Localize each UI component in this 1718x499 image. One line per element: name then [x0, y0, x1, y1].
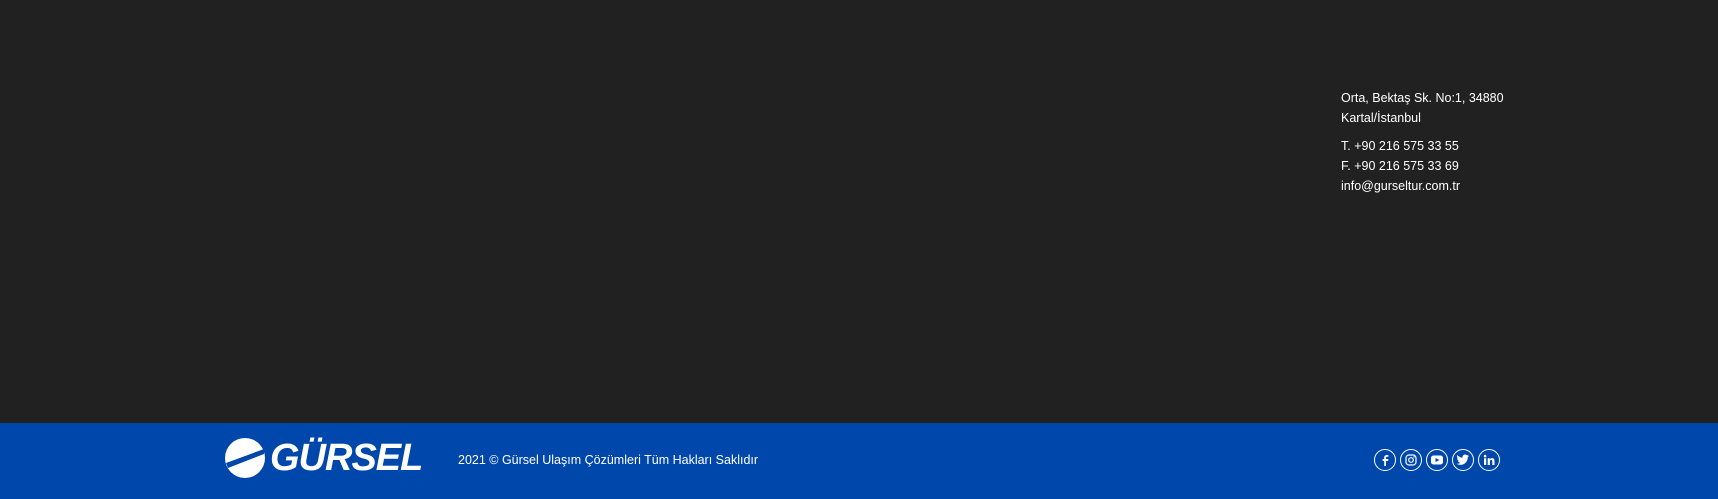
- address-line-2: Kartal/İstanbul: [1341, 111, 1421, 125]
- youtube-icon: [1431, 455, 1443, 465]
- email-link[interactable]: info@gurseltur.com.tr: [1341, 179, 1460, 193]
- contact-block: Orta, Bektaş Sk. No:1, 34880 Kartal/İsta…: [1341, 88, 1541, 196]
- linkedin-icon: [1483, 454, 1495, 465]
- footer-top: Orta, Bektaş Sk. No:1, 34880 Kartal/İsta…: [0, 0, 1718, 423]
- logo-mark-icon: [225, 438, 265, 478]
- footer-bottom: GÜRSEL 2021 © Gürsel Ulaşım Çözümleri Tü…: [0, 423, 1718, 499]
- instagram-link[interactable]: [1400, 449, 1422, 471]
- youtube-link[interactable]: [1426, 449, 1448, 471]
- copyright-text: 2021 © Gürsel Ulaşım Çözümleri Tüm Hakla…: [458, 453, 759, 467]
- logo-text: GÜRSEL: [270, 437, 423, 479]
- social-links: [1374, 449, 1500, 471]
- fax-number: F. +90 216 575 33 69: [1341, 159, 1459, 173]
- address: Orta, Bektaş Sk. No:1, 34880 Kartal/İsta…: [1341, 88, 1541, 128]
- address-line-1: Orta, Bektaş Sk. No:1, 34880: [1341, 91, 1504, 105]
- facebook-link[interactable]: [1374, 449, 1396, 471]
- phone-number[interactable]: T. +90 216 575 33 55: [1341, 136, 1541, 156]
- gursel-logo[interactable]: GÜRSEL: [224, 435, 423, 481]
- twitter-icon: [1456, 454, 1469, 465]
- linkedin-link[interactable]: [1478, 449, 1500, 471]
- instagram-icon: [1405, 454, 1417, 466]
- twitter-link[interactable]: [1452, 449, 1474, 471]
- facebook-icon: [1382, 455, 1389, 466]
